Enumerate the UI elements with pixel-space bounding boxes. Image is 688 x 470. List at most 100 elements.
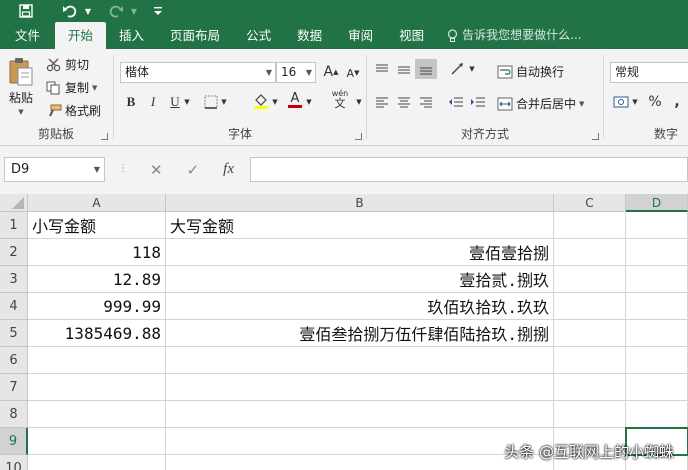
align-bottom-button[interactable]: [415, 59, 437, 79]
phonetic-button[interactable]: wén 文: [326, 89, 354, 109]
grid-cell[interactable]: [626, 320, 688, 347]
alignment-launcher-icon[interactable]: [592, 133, 599, 140]
grid-cell[interactable]: [626, 212, 688, 239]
redo-icon[interactable]: [104, 0, 128, 22]
bold-button[interactable]: B: [120, 92, 142, 112]
increase-indent-button[interactable]: [467, 92, 489, 112]
name-box[interactable]: D9 ▼: [4, 157, 105, 182]
tell-me-box[interactable]: 告诉我您想要做什么...: [437, 22, 594, 49]
grid-cell[interactable]: [626, 266, 688, 293]
resize-handle-icon[interactable]: ⋮: [118, 163, 128, 174]
grid-cell[interactable]: [626, 374, 688, 401]
row-header-4[interactable]: 4: [0, 293, 28, 320]
save-icon[interactable]: [14, 0, 38, 22]
tab-page-layout[interactable]: 页面布局: [157, 22, 233, 49]
row-header-9[interactable]: 9: [0, 428, 28, 455]
tab-formulas[interactable]: 公式: [233, 22, 284, 49]
underline-dropdown-icon[interactable]: ▼: [182, 92, 192, 112]
font-color-dropdown-icon[interactable]: ▼: [304, 92, 314, 112]
merge-center-button[interactable]: 合并后居中 ▼: [497, 95, 584, 112]
cell-a2[interactable]: 118: [28, 239, 166, 266]
column-header-d[interactable]: D: [626, 194, 688, 212]
row-header-5[interactable]: 5: [0, 320, 28, 347]
tab-data[interactable]: 数据: [284, 22, 335, 49]
grid-cell[interactable]: [166, 347, 554, 374]
undo-icon[interactable]: [58, 0, 82, 22]
grid-cell[interactable]: [166, 455, 554, 470]
align-top-button[interactable]: [371, 59, 393, 79]
font-size-select[interactable]: 16 ▼: [276, 62, 316, 83]
row-header-8[interactable]: 8: [0, 401, 28, 428]
italic-button[interactable]: I: [142, 92, 164, 112]
fill-color-dropdown-icon[interactable]: ▼: [270, 92, 280, 112]
enter-icon[interactable]: ✓: [187, 161, 200, 179]
row-header-6[interactable]: 6: [0, 347, 28, 374]
select-all-button[interactable]: [0, 194, 28, 212]
row-header-10[interactable]: 10: [0, 455, 28, 470]
grid-cell[interactable]: [554, 401, 626, 428]
grid-cell[interactable]: [28, 347, 166, 374]
row-header-2[interactable]: 2: [0, 239, 28, 266]
grid-cell[interactable]: [28, 455, 166, 470]
row-header-3[interactable]: 3: [0, 266, 28, 293]
cell-a4[interactable]: 999.99: [28, 293, 166, 320]
grid-cell[interactable]: [166, 374, 554, 401]
row-header-1[interactable]: 1: [0, 212, 28, 239]
cell-b2[interactable]: 壹佰壹拾捌: [166, 239, 554, 266]
tab-insert[interactable]: 插入: [106, 22, 157, 49]
column-header-c[interactable]: C: [554, 194, 626, 212]
align-left-button[interactable]: [371, 92, 393, 112]
tab-home[interactable]: 开始: [55, 22, 107, 49]
grid-cell[interactable]: [28, 428, 166, 455]
grid-cell[interactable]: [626, 239, 688, 266]
redo-dropdown-icon[interactable]: ▼: [128, 0, 140, 22]
row-header-7[interactable]: 7: [0, 374, 28, 401]
shrink-font-button[interactable]: A ▼: [342, 63, 364, 83]
font-launcher-icon[interactable]: [355, 133, 362, 140]
cut-button[interactable]: 剪切: [46, 56, 89, 73]
percent-button[interactable]: %: [644, 92, 666, 112]
cancel-icon[interactable]: ✕: [150, 161, 163, 179]
cell-a1[interactable]: 小写金额: [28, 212, 166, 239]
undo-dropdown-icon[interactable]: ▼: [82, 0, 94, 22]
paste-button[interactable]: 粘贴 ▼: [8, 57, 34, 116]
align-right-button[interactable]: [415, 92, 437, 112]
tab-review[interactable]: 审阅: [335, 22, 386, 49]
clipboard-launcher-icon[interactable]: [101, 133, 108, 140]
font-color-button[interactable]: A: [284, 90, 306, 110]
grid-cell[interactable]: [554, 320, 626, 347]
grid-cell[interactable]: [166, 401, 554, 428]
grid-cell[interactable]: [554, 266, 626, 293]
orientation-button[interactable]: [447, 59, 469, 79]
grid-cell[interactable]: [554, 239, 626, 266]
grid-cell[interactable]: [28, 374, 166, 401]
accounting-dropdown-icon[interactable]: ▼: [630, 92, 640, 112]
grid-cell[interactable]: [554, 293, 626, 320]
grid-cell[interactable]: [626, 347, 688, 374]
wrap-text-button[interactable]: 自动换行: [497, 63, 564, 80]
cell-a5[interactable]: 1385469.88: [28, 320, 166, 347]
grid-cell[interactable]: [28, 401, 166, 428]
font-name-select[interactable]: 楷体 ▼: [120, 62, 276, 83]
column-header-a[interactable]: A: [28, 194, 166, 212]
format-painter-button[interactable]: 格式刷: [46, 102, 101, 119]
copy-button[interactable]: 复制 ▼: [46, 79, 97, 96]
grid-cell[interactable]: [626, 293, 688, 320]
decrease-indent-button[interactable]: [445, 92, 467, 112]
tab-view[interactable]: 视图: [386, 22, 437, 49]
fill-color-button[interactable]: [250, 92, 272, 112]
grid-cell[interactable]: [554, 374, 626, 401]
cell-a3[interactable]: 12.89: [28, 266, 166, 293]
comma-style-button[interactable]: ,: [666, 92, 688, 112]
cell-b1[interactable]: 大写金额: [166, 212, 554, 239]
number-format-select[interactable]: 常规: [610, 62, 688, 83]
grow-font-button[interactable]: A ▲: [320, 62, 342, 82]
cell-b4[interactable]: 玖佰玖拾玖.玖玖: [166, 293, 554, 320]
grid-cell[interactable]: [554, 212, 626, 239]
accounting-format-button[interactable]: [610, 92, 632, 112]
tab-file[interactable]: 文件: [0, 22, 55, 49]
insert-function-icon[interactable]: fx: [223, 161, 234, 178]
grid-cell[interactable]: [166, 428, 554, 455]
formula-input[interactable]: [250, 157, 688, 182]
column-header-b[interactable]: B: [166, 194, 554, 212]
